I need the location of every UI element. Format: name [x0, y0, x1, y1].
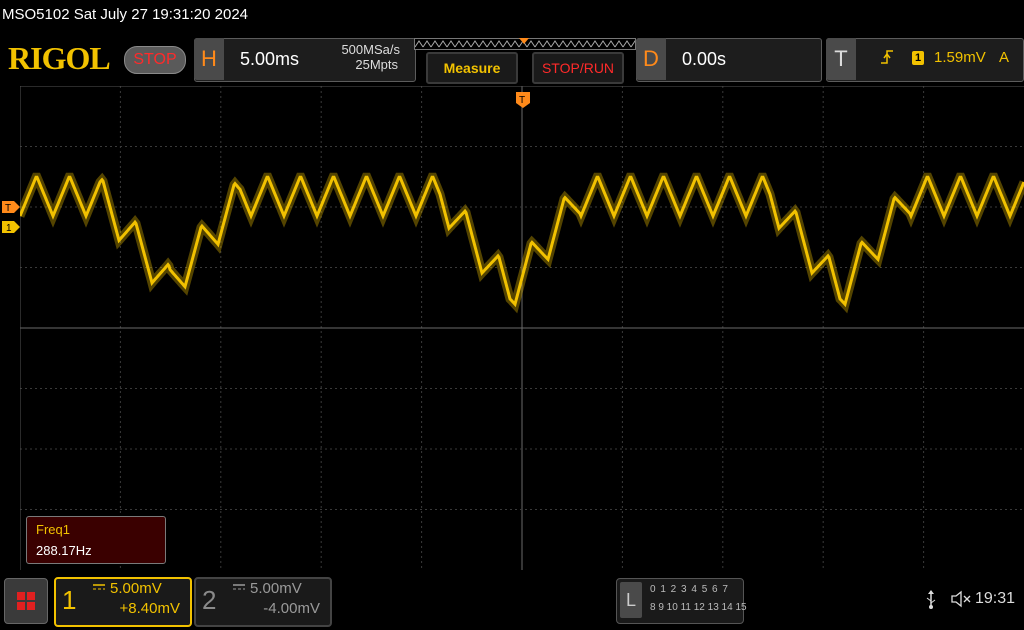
- channel2-number: 2: [202, 585, 217, 615]
- trigger-level-marker-label: T: [5, 203, 11, 213]
- channel1-offset: +8.40mV: [119, 600, 180, 617]
- memory-depth: 25Mpts: [355, 57, 398, 72]
- horizontal-letter: H: [194, 38, 224, 80]
- delay-value: 0.00s: [682, 49, 727, 69]
- delay-letter: D: [636, 38, 666, 80]
- channel1-number: 1: [62, 585, 77, 615]
- trigger-source: 1: [912, 51, 924, 65]
- channel1-scale: 5.00mV: [110, 580, 162, 597]
- dc-coupling-icon: [232, 581, 246, 595]
- measure-button[interactable]: Measure: [426, 52, 518, 84]
- stop-run-button[interactable]: STOP/RUN: [532, 52, 624, 84]
- dc-coupling-icon: [92, 581, 106, 595]
- usb-icon: [924, 589, 938, 614]
- rigol-logo: RIGOL: [8, 40, 111, 76]
- logic-channels-row2: 8 9 10 11 12 13 14 15: [650, 602, 747, 613]
- channel1-offset-marker[interactable]: 1: [2, 221, 20, 233]
- clock: 19:31: [975, 590, 1016, 607]
- logic-channels-row1: 0 1 2 3 4 5 6 7: [650, 584, 729, 595]
- trigger-time-marker-label: T: [519, 95, 525, 106]
- trigger-letter: T: [826, 38, 856, 80]
- sample-rate: 500MSa/s: [341, 42, 400, 57]
- trigger-position-icon: [519, 38, 529, 44]
- trigger-time-marker[interactable]: T: [516, 92, 530, 108]
- speaker-muted-icon[interactable]: [950, 589, 972, 614]
- trigger-mode: A: [999, 49, 1010, 66]
- title-text: MSO5102 Sat July 27 19:31:20 2024: [2, 6, 249, 23]
- measurement-value: 288.17Hz: [36, 543, 92, 558]
- channel2-offset: -4.00mV: [263, 600, 320, 617]
- measurement-label: Freq1: [36, 522, 70, 537]
- rising-edge-icon: [880, 49, 894, 68]
- logic-analyzer-letter: L: [620, 582, 642, 618]
- channel2-scale: 5.00mV: [250, 580, 302, 597]
- menu-grid-icon: [17, 592, 35, 610]
- menu-button[interactable]: [4, 578, 48, 624]
- timebase-value: 5.00ms: [240, 49, 300, 69]
- run-state-badge[interactable]: STOP: [124, 46, 186, 74]
- channel1-marker-label: 1: [6, 223, 12, 233]
- waveform-display[interactable]: [20, 86, 1024, 570]
- trigger-level-marker[interactable]: T: [2, 201, 20, 213]
- trigger-level: 1.59mV: [934, 49, 986, 66]
